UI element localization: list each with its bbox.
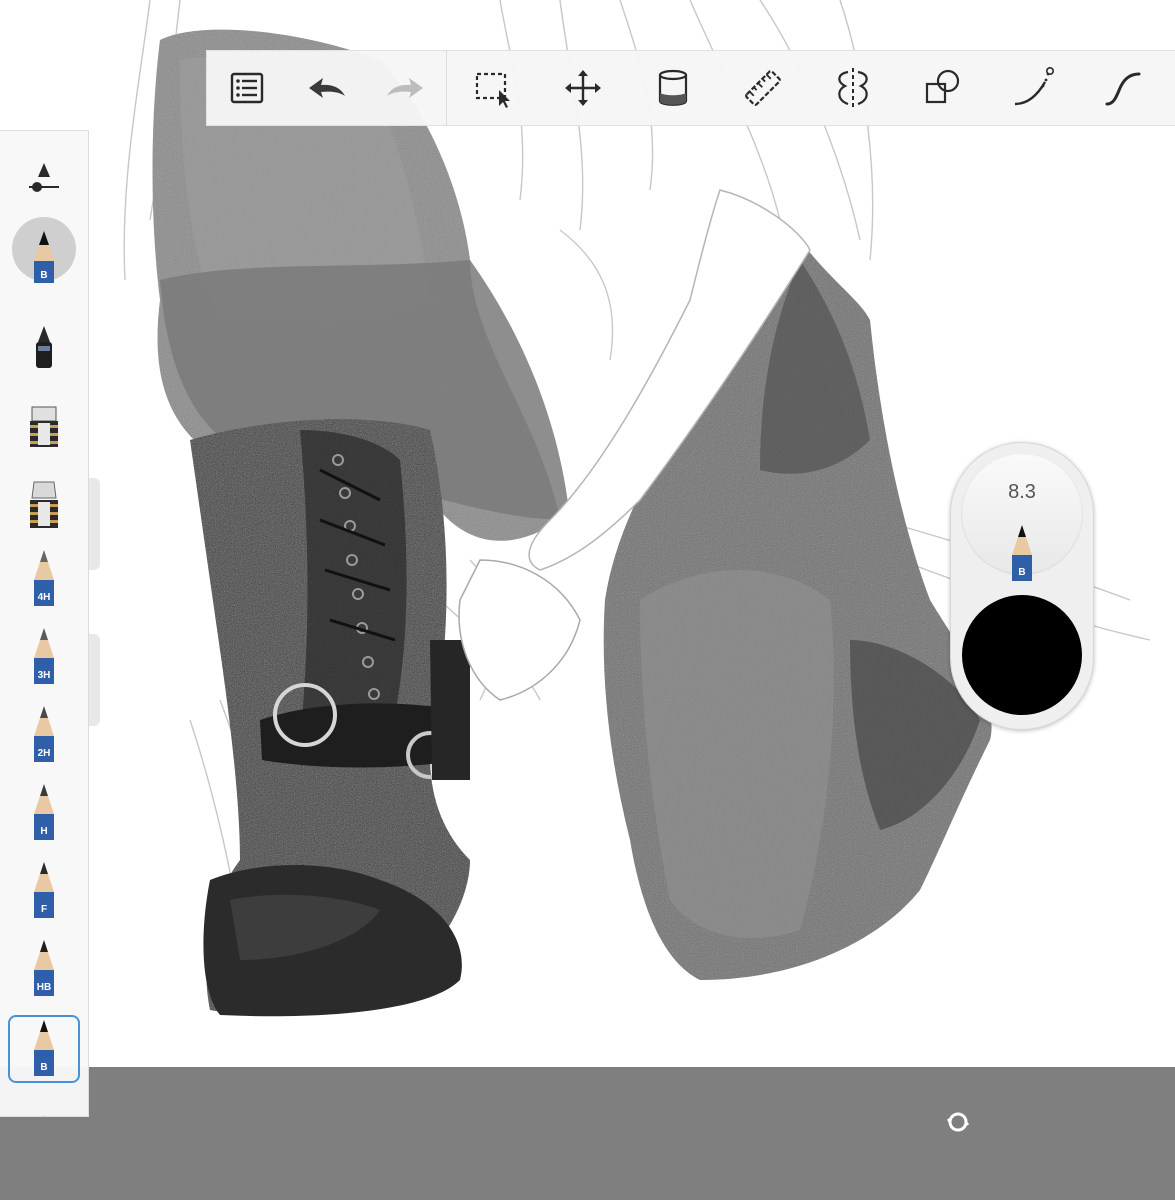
shapes-icon[interactable]: [919, 64, 967, 112]
pencil-h[interactable]: H: [8, 779, 80, 847]
selection-icon[interactable]: [469, 64, 517, 112]
curve-stroke-icon[interactable]: [1009, 64, 1057, 112]
svg-text:2H: 2H: [38, 748, 51, 759]
soft-eraser-icon[interactable]: [8, 471, 80, 539]
svg-text:B: B: [40, 270, 47, 281]
menu-list-icon[interactable]: [223, 64, 271, 112]
pencil-more[interactable]: [8, 1093, 80, 1116]
svg-text:4H: 4H: [38, 592, 51, 603]
pencil-icon: B: [34, 1020, 54, 1076]
ruler-icon[interactable]: [739, 64, 787, 112]
brush-palette: B 4H 3H 2H H F HB B: [0, 130, 89, 1117]
opacity-slider-icon[interactable]: [8, 143, 80, 211]
redo-icon[interactable]: [381, 64, 429, 112]
pencil-4h[interactable]: 4H: [8, 545, 80, 613]
palette-side-tab[interactable]: [89, 634, 100, 726]
top-toolbar: [206, 50, 1175, 126]
bottom-bar: [0, 1067, 1175, 1200]
predictive-stroke-icon[interactable]: [1099, 64, 1147, 112]
svg-text:F: F: [41, 904, 47, 915]
pencil-hb[interactable]: HB: [8, 935, 80, 1003]
brush-puck[interactable]: 8.3 B: [950, 442, 1094, 730]
hard-eraser-icon[interactable]: [8, 393, 80, 461]
pencil-icon: 4H: [34, 550, 54, 606]
color-swatch[interactable]: [962, 595, 1082, 715]
pencil-3h[interactable]: 3H: [8, 623, 80, 691]
pencil-icon: H: [34, 784, 54, 840]
pencil-icon: B: [1012, 525, 1032, 581]
marker-brush-icon[interactable]: [8, 315, 80, 383]
svg-text:3H: 3H: [38, 670, 51, 681]
pencil-f[interactable]: F: [8, 857, 80, 925]
rotate-canvas-icon[interactable]: [946, 1110, 970, 1134]
svg-text:B: B: [1018, 567, 1025, 578]
current-pencil[interactable]: B: [8, 215, 80, 283]
pencil-icon: HB: [34, 940, 54, 996]
pencil-icon: B: [34, 231, 54, 283]
fill-bucket-icon[interactable]: [649, 64, 697, 112]
brush-size-value: 8.3: [1008, 481, 1036, 503]
svg-text:B: B: [40, 1062, 47, 1073]
symmetry-icon[interactable]: [829, 64, 877, 112]
brush-size-control[interactable]: 8.3 B: [961, 453, 1083, 581]
palette-side-tab[interactable]: [89, 478, 100, 570]
pencil-icon: F: [34, 862, 54, 918]
pencil-b[interactable]: B: [8, 1015, 80, 1083]
toolbar-separator: [446, 51, 447, 125]
pencil-icon: 2H: [34, 706, 54, 762]
svg-text:HB: HB: [37, 982, 51, 993]
current-brush-circle: B: [12, 217, 76, 283]
pencil-icon: 3H: [34, 628, 54, 684]
transform-move-icon[interactable]: [559, 64, 607, 112]
undo-icon[interactable]: [303, 64, 351, 112]
svg-text:H: H: [40, 826, 47, 837]
pencil-2h[interactable]: 2H: [8, 701, 80, 769]
pencil-icon: [43, 1115, 45, 1116]
